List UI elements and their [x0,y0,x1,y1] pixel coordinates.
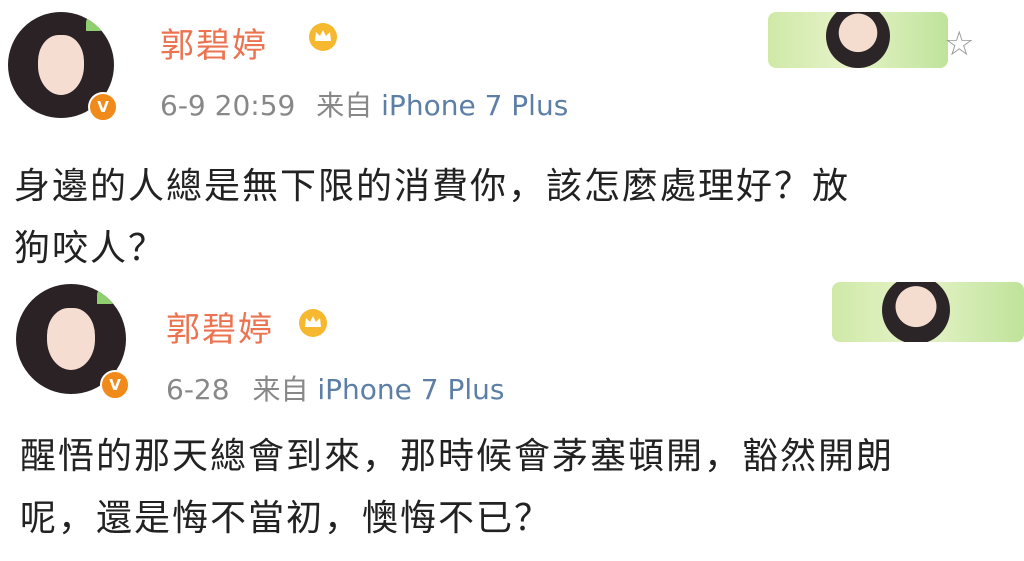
post-1: V 郭碧婷 6-9 20:59 来自 iPhone 7 Plus ☆ 身邊的人總… [0,0,1024,285]
post-meta: 6-9 20:59 来自 iPhone 7 Plus [160,84,568,124]
post-content: 身邊的人總是無下限的消費你，該怎麼處理好？放 狗咬人？ [14,156,850,280]
star-icon[interactable]: ☆ [944,24,974,64]
post-content: 醒悟的那天總會到來，那時候會茅塞頓開，豁然開朗 呢，還是悔不當初，懊悔不已？ [20,426,894,550]
source-link[interactable]: iPhone 7 Plus [381,89,568,122]
post-time[interactable]: 6-28 [166,373,230,406]
post-meta: 6-28 来自 iPhone 7 Plus [166,368,505,408]
content-line: 呢，還是悔不當初，懊悔不已？ [20,498,553,539]
verified-badge-icon: V [88,92,118,122]
profile-banner [832,282,1024,342]
content-line: 身邊的人總是無下限的消費你，該怎麼處理好？放 [14,166,851,207]
via-label: 来自 [316,89,373,122]
verified-badge-icon: V [100,370,130,400]
post-2: V 郭碧婷 6-28 来自 iPhone 7 Plus 醒悟的那天總會到來，那時… [0,280,1024,561]
post-time[interactable]: 6-9 20:59 [160,89,295,122]
content-line: 醒悟的那天總會到來，那時候會茅塞頓開，豁然開朗 [20,436,895,477]
username[interactable]: 郭碧婷 [160,18,268,67]
via-label: 来自 [252,373,309,406]
content-line: 狗咬人？ [14,228,167,269]
source-link[interactable]: iPhone 7 Plus [317,373,504,406]
profile-banner [768,12,948,68]
crown-icon [309,23,337,51]
username[interactable]: 郭碧婷 [166,302,274,351]
crown-icon [299,309,327,337]
